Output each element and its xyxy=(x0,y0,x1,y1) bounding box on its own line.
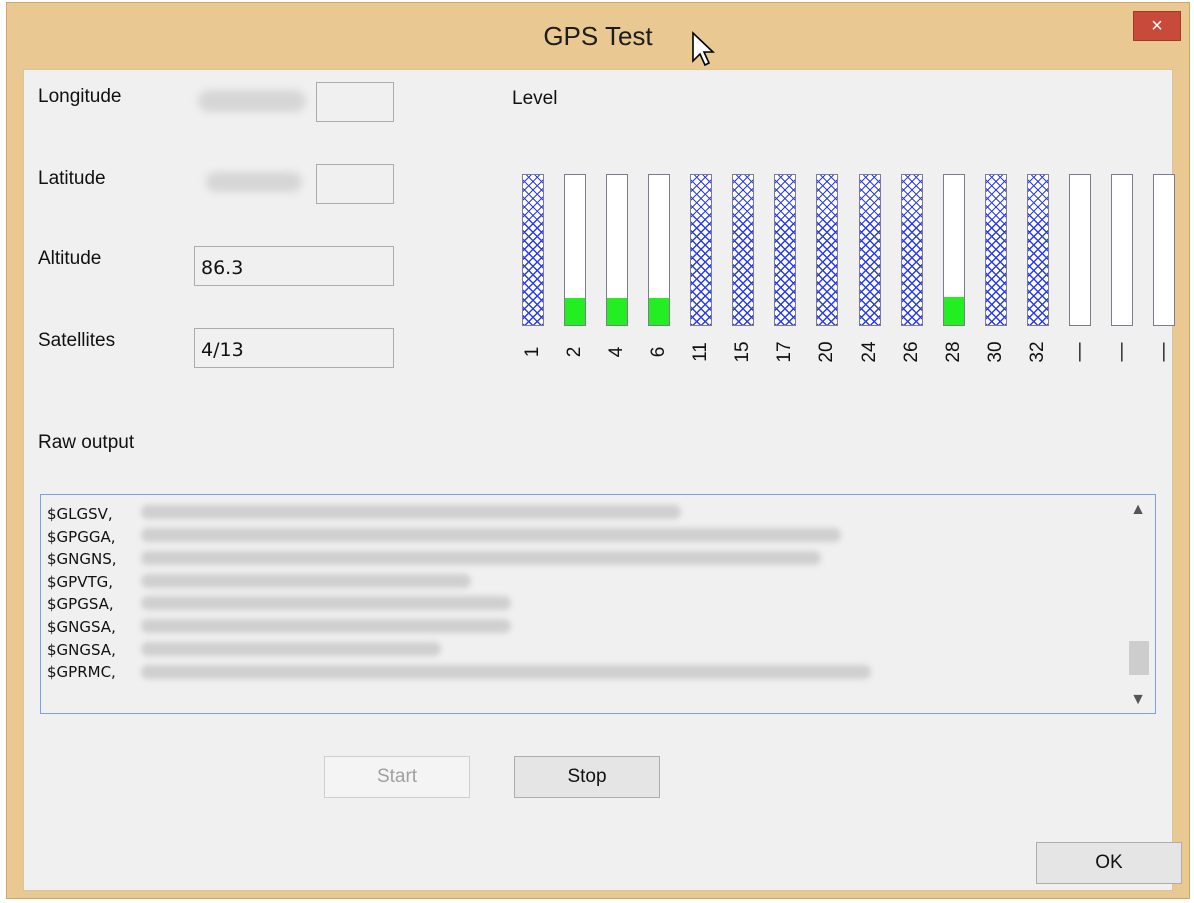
satellite-bar xyxy=(606,174,628,326)
window-title: GPS Test xyxy=(543,21,653,51)
longitude-redacted xyxy=(198,90,306,112)
raw-output-label: Raw output xyxy=(38,432,135,453)
redacted-text xyxy=(141,665,871,679)
altitude-field[interactable]: 86.3 xyxy=(194,246,394,286)
signal-fill xyxy=(565,298,585,325)
signal-fill xyxy=(649,298,669,325)
satellite-bar xyxy=(985,174,1007,326)
satellite-bar xyxy=(1027,174,1049,326)
ok-button[interactable]: OK xyxy=(1036,842,1182,884)
raw-output-line: $GPGGA, xyxy=(47,527,116,546)
signal-fill xyxy=(607,298,627,325)
level-label: Level xyxy=(512,88,558,109)
signal-fill xyxy=(944,296,964,325)
scroll-thumb[interactable] xyxy=(1129,641,1149,675)
satellite-id-label: 17 xyxy=(774,341,795,363)
redacted-text xyxy=(141,528,841,542)
redacted-text xyxy=(141,596,511,610)
raw-output-textbox[interactable]: $GLGSV, $GPGGA, $GNGNS, $GPVTG, $GPGSA, $GNGS… xyxy=(40,494,1156,714)
raw-output-line: $GPGSA, xyxy=(47,595,114,614)
satellite-id-label: 11 xyxy=(690,342,711,362)
raw-output-line: $GNGSA, xyxy=(47,617,116,636)
mouse-cursor-icon xyxy=(692,31,715,67)
satellites-field[interactable]: 4/13 xyxy=(194,328,394,368)
satellite-id-label: — xyxy=(1069,342,1090,362)
satellite-id-label: 20 xyxy=(816,341,837,363)
redacted-text xyxy=(141,551,821,565)
satellite-id-label: 30 xyxy=(985,341,1006,363)
satellite-id-label: — xyxy=(1153,342,1174,362)
satellites-label: Satellites xyxy=(38,330,116,351)
longitude-label: Longitude xyxy=(38,86,122,107)
close-button[interactable]: × xyxy=(1133,11,1181,41)
raw-output-line: $GPRMC, xyxy=(47,663,116,682)
redacted-text xyxy=(141,574,471,588)
raw-output-lines: $GLGSV, $GPGGA, $GNGNS, $GPVTG, $GPGSA, $GNGS… xyxy=(47,503,117,684)
satellite-bar xyxy=(943,174,965,326)
satellite-bar xyxy=(1069,174,1091,326)
stop-button[interactable]: Stop xyxy=(514,756,660,798)
satellite-id-label: — xyxy=(1111,342,1132,362)
satellite-id-label: 15 xyxy=(732,341,753,363)
start-button[interactable]: Start xyxy=(324,756,470,798)
satellite-bar xyxy=(690,174,712,326)
dialog-client-area: Longitude Latitude Altitude 86.3 Satelli… xyxy=(23,69,1182,891)
satellite-id-label: 28 xyxy=(943,341,964,363)
satellite-bar xyxy=(901,174,923,326)
satellite-bar xyxy=(859,174,881,326)
satellite-bar xyxy=(774,174,796,326)
satellite-bar xyxy=(816,174,838,326)
satellite-id-label: 4 xyxy=(606,346,627,358)
raw-output-line: $GPVTG, xyxy=(47,572,114,591)
satellite-id-label: 24 xyxy=(859,341,880,363)
satellite-bar xyxy=(522,174,544,326)
latitude-field[interactable] xyxy=(316,164,394,204)
satellite-bar xyxy=(564,174,586,326)
latitude-redacted xyxy=(206,172,302,192)
satellite-bar xyxy=(648,174,670,326)
longitude-field[interactable] xyxy=(316,82,394,122)
raw-output-line: $GNGSA, xyxy=(47,640,116,659)
satellite-bar xyxy=(1153,174,1175,326)
gps-test-window: GPS Test × Longitude Latitude Altitude 8… xyxy=(6,2,1190,899)
satellite-id-label: 26 xyxy=(901,341,922,363)
satellite-bar xyxy=(1111,174,1133,326)
scroll-up-arrow-icon[interactable]: ▲ xyxy=(1121,501,1155,519)
altitude-label: Altitude xyxy=(38,248,102,269)
latitude-label: Latitude xyxy=(38,168,106,189)
satellite-id-label: 1 xyxy=(522,346,543,358)
redacted-text xyxy=(141,642,441,656)
satellite-id-label: 32 xyxy=(1027,341,1048,363)
redacted-text xyxy=(141,619,511,633)
redacted-text xyxy=(141,505,681,519)
vertical-scrollbar[interactable]: ▲ ▼ xyxy=(1121,495,1155,713)
satellite-bar xyxy=(732,174,754,326)
satellite-id-label: 6 xyxy=(648,346,669,358)
title-bar[interactable]: GPS Test × xyxy=(7,3,1189,69)
raw-output-line: $GLGSV, xyxy=(47,505,113,523)
satellite-id-label: 2 xyxy=(564,346,585,358)
scroll-down-arrow-icon[interactable]: ▼ xyxy=(1121,691,1155,709)
raw-output-line: $GNGNS, xyxy=(47,550,117,569)
